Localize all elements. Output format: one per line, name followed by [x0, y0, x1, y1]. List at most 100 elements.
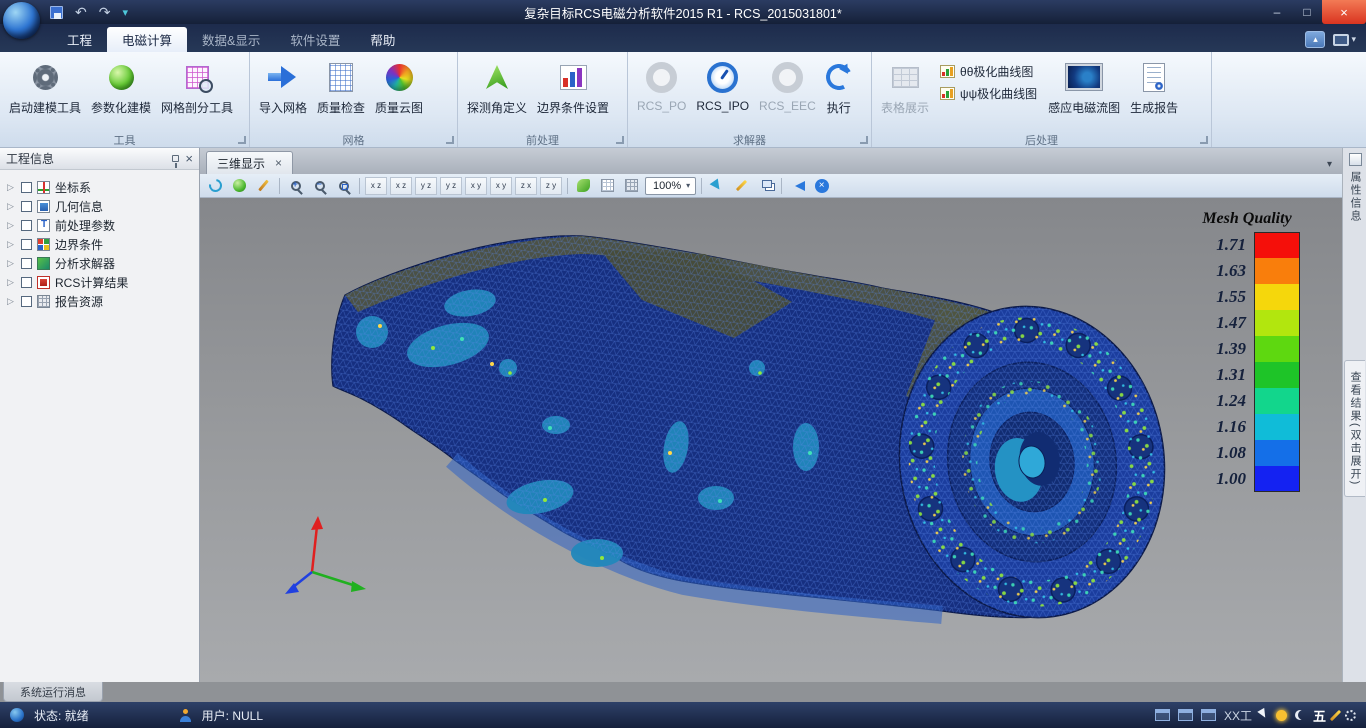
- tree-item-rcs-results[interactable]: ▷ RCS计算结果: [0, 273, 199, 292]
- grid-toggle-button[interactable]: [621, 176, 642, 196]
- start-modeling-tool-button[interactable]: 启动建模工具: [4, 55, 86, 117]
- pointer-icon[interactable]: [1257, 707, 1270, 722]
- ime-mode-indicator[interactable]: 五: [1313, 706, 1326, 725]
- pin-icon[interactable]: [172, 155, 179, 162]
- sun-icon[interactable]: [1276, 710, 1287, 721]
- expand-arrow-icon[interactable]: ▷: [7, 296, 16, 307]
- dialog-launcher-icon[interactable]: [1200, 136, 1208, 144]
- mesh-model-canvas[interactable]: [200, 198, 1342, 682]
- window-thumb-icon[interactable]: [1155, 709, 1170, 721]
- checkbox[interactable]: [21, 182, 32, 193]
- checkbox[interactable]: [21, 201, 32, 212]
- checkbox[interactable]: [21, 277, 32, 288]
- expand-arrow-icon[interactable]: ▷: [7, 220, 16, 231]
- menu-tab-data-display[interactable]: 数据&显示: [187, 27, 275, 52]
- view-preset-button-3[interactable]: y z: [415, 177, 437, 195]
- collapse-ribbon-icon[interactable]: ▴: [1305, 31, 1325, 48]
- theta-polar-curve-button[interactable]: θθ极化曲线图: [940, 63, 1037, 80]
- gear-icon[interactable]: [1345, 710, 1356, 721]
- app-logo-icon[interactable]: [3, 2, 40, 39]
- tree-item-coordinate-system[interactable]: ▷ 坐标系: [0, 178, 199, 197]
- tree-item-geometry-info[interactable]: ▷ 几何信息: [0, 197, 199, 216]
- close-button[interactable]: ×: [1322, 0, 1366, 24]
- view-preset-button-8[interactable]: z y: [540, 177, 562, 195]
- copy-view-button[interactable]: [755, 176, 776, 196]
- dialog-launcher-icon[interactable]: [238, 136, 246, 144]
- mesh-partition-tool-button[interactable]: 网格剖分工具: [156, 55, 238, 117]
- annotate-button[interactable]: [731, 176, 752, 196]
- orbit-button[interactable]: [229, 176, 250, 196]
- properties-panel-tab[interactable]: 属性信息: [1345, 153, 1365, 223]
- checkbox[interactable]: [21, 296, 32, 307]
- induced-current-map-button[interactable]: 感应电磁流图: [1043, 55, 1125, 117]
- view-preset-button-4[interactable]: y z: [440, 177, 462, 195]
- redo-icon[interactable]: ↷: [99, 5, 111, 19]
- brush-icon[interactable]: [1330, 709, 1341, 720]
- checkbox[interactable]: [21, 220, 32, 231]
- view-preset-button-1[interactable]: x z: [365, 177, 387, 195]
- rcs-ipo-button[interactable]: RCS_IPO: [691, 55, 754, 114]
- dialog-launcher-icon[interactable]: [446, 136, 454, 144]
- rcs-po-button[interactable]: RCS_PO: [632, 55, 691, 114]
- select-button[interactable]: [707, 176, 728, 196]
- tree-item-report-resources[interactable]: ▷ 报告资源: [0, 292, 199, 311]
- boundary-condition-button[interactable]: 边界条件设置: [532, 55, 614, 117]
- view-preset-button-2[interactable]: x z: [390, 177, 412, 195]
- moon-icon[interactable]: [1295, 710, 1305, 720]
- probe-angle-button[interactable]: 探测角定义: [462, 55, 532, 117]
- qat-dropdown-icon[interactable]: ▾: [122, 6, 128, 19]
- wireframe-view-button[interactable]: [597, 176, 618, 196]
- dialog-launcher-icon[interactable]: [860, 136, 868, 144]
- tab-close-icon[interactable]: ×: [275, 157, 282, 169]
- tree-item-analysis-solver[interactable]: ▷ 分析求解器: [0, 254, 199, 273]
- expand-arrow-icon[interactable]: ▷: [7, 182, 16, 193]
- expand-arrow-icon[interactable]: ▷: [7, 258, 16, 269]
- view-preset-button-7[interactable]: z x: [515, 177, 537, 195]
- zoom-level-select[interactable]: 100% ▾: [645, 177, 696, 195]
- menu-tab-help[interactable]: 帮助: [355, 27, 410, 52]
- checkbox[interactable]: [21, 258, 32, 269]
- export-view-button[interactable]: [787, 176, 808, 196]
- viewport-3d[interactable]: Mesh Quality 1.71 1.63 1.55 1.47 1.39: [200, 198, 1342, 682]
- system-messages-tab[interactable]: 系统运行消息: [3, 682, 103, 702]
- panel-close-icon[interactable]: ×: [185, 152, 193, 165]
- window-thumb-icon[interactable]: [1201, 709, 1216, 721]
- import-mesh-button[interactable]: 导入网格: [254, 55, 312, 117]
- quality-check-button[interactable]: 质量检查: [312, 55, 370, 117]
- tree-item-boundary-condition[interactable]: ▷ 边界条件: [0, 235, 199, 254]
- generate-report-button[interactable]: 生成报告: [1125, 55, 1183, 117]
- expand-arrow-icon[interactable]: ▷: [7, 201, 16, 212]
- menu-tab-project[interactable]: 工程: [52, 27, 107, 52]
- execute-button[interactable]: 执行: [821, 55, 857, 117]
- parametric-modeling-button[interactable]: 参数化建模: [86, 55, 156, 117]
- checkbox[interactable]: [21, 239, 32, 250]
- draw-button[interactable]: [253, 176, 274, 196]
- tree-item-preprocess-params[interactable]: ▷ 前处理参数: [0, 216, 199, 235]
- zoom-out-button[interactable]: [309, 176, 330, 196]
- zoom-window-button[interactable]: [333, 176, 354, 196]
- menu-tab-settings[interactable]: 软件设置: [275, 27, 355, 52]
- menu-tab-em-compute[interactable]: 电磁计算: [107, 27, 187, 52]
- undo-icon[interactable]: ↶: [75, 5, 87, 19]
- view-preset-button-6[interactable]: x y: [490, 177, 512, 195]
- window-thumb-icon[interactable]: [1178, 709, 1193, 721]
- view-preset-button-5[interactable]: x y: [465, 177, 487, 195]
- tab-list-dropdown-icon[interactable]: ▾: [1323, 159, 1336, 174]
- rcs-eec-button[interactable]: RCS_EEC: [754, 55, 821, 114]
- quality-contour-button[interactable]: 质量云图: [370, 55, 428, 117]
- maximize-button[interactable]: □: [1292, 0, 1322, 24]
- table-display-button[interactable]: 表格展示: [876, 55, 934, 117]
- expand-arrow-icon[interactable]: ▷: [7, 277, 16, 288]
- display-style-button[interactable]: ▾: [1333, 34, 1356, 46]
- clear-view-button[interactable]: ×: [811, 176, 832, 196]
- save-button[interactable]: [50, 6, 63, 19]
- view-results-tab[interactable]: 查看结果(双击展开): [1344, 360, 1365, 497]
- zoom-in-button[interactable]: [285, 176, 306, 196]
- psi-polar-curve-button[interactable]: ψψ极化曲线图: [940, 85, 1037, 102]
- minimize-button[interactable]: –: [1262, 0, 1292, 24]
- shaded-view-button[interactable]: [573, 176, 594, 196]
- dialog-launcher-icon[interactable]: [616, 136, 624, 144]
- model-3d[interactable]: [285, 236, 1184, 635]
- expand-arrow-icon[interactable]: ▷: [7, 239, 16, 250]
- rotate-view-button[interactable]: [205, 176, 226, 196]
